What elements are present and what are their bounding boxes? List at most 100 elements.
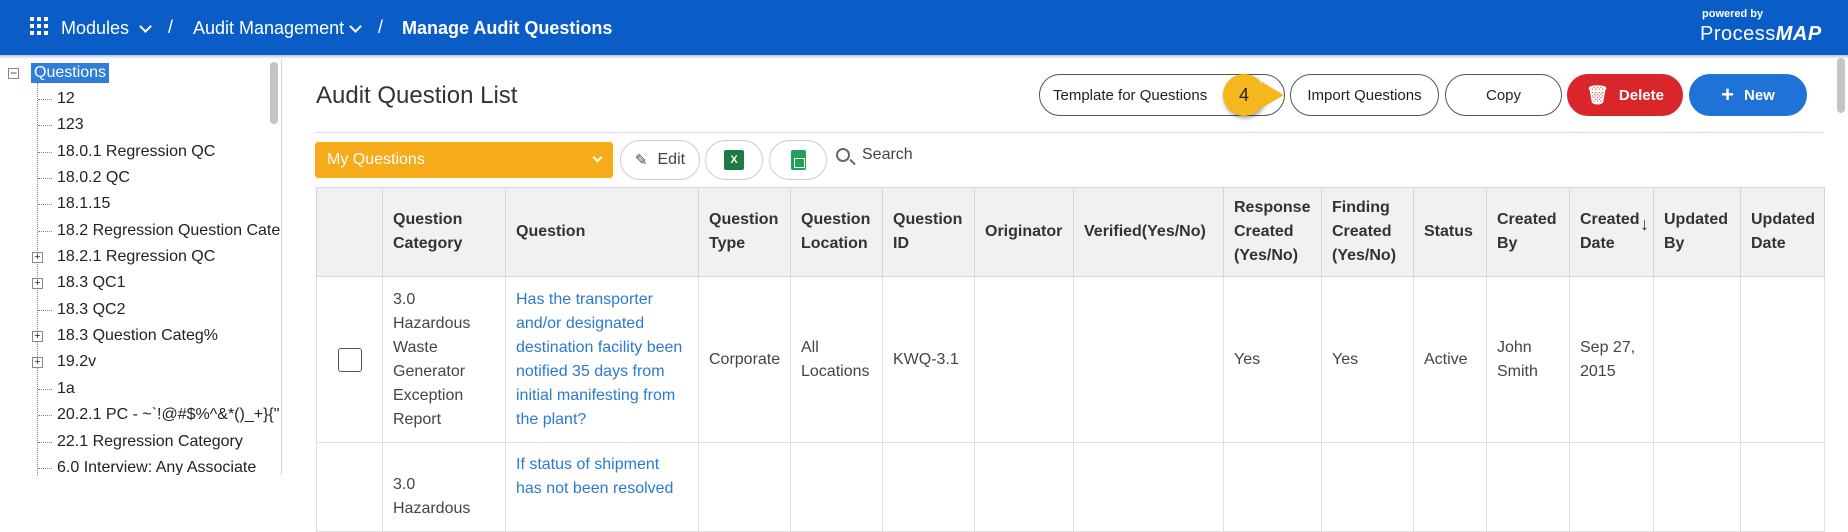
tree-connector: [38, 204, 52, 205]
table-cell: Sep 27, 2015: [1569, 276, 1654, 443]
page-scrollbar[interactable]: [1837, 58, 1845, 113]
logo-process-text: Process: [1700, 23, 1776, 45]
collapse-toggle-icon[interactable]: −: [8, 67, 19, 79]
expand-plus-icon[interactable]: +: [32, 357, 43, 368]
table-cell: Yes: [1223, 276, 1322, 443]
table-cell: [1413, 442, 1487, 532]
excel-icon: X: [724, 150, 744, 170]
processmap-logo: powered by ProcessMAP: [1700, 8, 1822, 46]
column-header[interactable]: Question Location: [790, 187, 883, 277]
table-header-row: Question Category Question Question Type…: [316, 187, 1825, 277]
question-filter-dropdown[interactable]: My Questions: [315, 142, 613, 178]
modules-grid-icon[interactable]: [30, 17, 48, 35]
import-questions-button[interactable]: Import Questions: [1290, 74, 1439, 116]
tree-connector: [38, 468, 52, 469]
column-header[interactable]: Question: [505, 187, 699, 277]
table-cell: [1321, 442, 1414, 532]
table-cell: [1073, 276, 1224, 443]
table-cell: KWQ-3.1: [882, 276, 975, 443]
copy-button[interactable]: Copy: [1445, 74, 1562, 116]
tree-connector: [38, 231, 52, 232]
search-control[interactable]: Search: [836, 146, 913, 164]
edit-button[interactable]: ✎ Edit: [620, 140, 700, 180]
breadcrumb-separator: /: [168, 17, 174, 37]
column-header[interactable]: Originator: [974, 187, 1074, 277]
table-cell: Corporate: [698, 276, 791, 443]
chevron-down-icon[interactable]: [139, 20, 152, 33]
export-google-sheets-button[interactable]: [769, 140, 827, 180]
top-navigation-bar: Modules / Audit Management / Manage Audi…: [0, 0, 1848, 55]
column-header[interactable]: Created By: [1486, 187, 1570, 277]
table-cell: John Smith: [1486, 276, 1570, 443]
column-header[interactable]: Updated By: [1653, 187, 1741, 277]
tree-item[interactable]: 123: [57, 116, 84, 134]
row-checkbox[interactable]: [337, 347, 362, 372]
tree-connector: [38, 310, 52, 311]
export-excel-button[interactable]: X: [705, 140, 763, 180]
column-header-created-date[interactable]: Created Date ↓: [1569, 187, 1654, 277]
tree-item[interactable]: 18.3 QC2: [57, 301, 125, 319]
tree-root-questions[interactable]: Questions: [31, 63, 110, 83]
breadcrumb-modules[interactable]: Modules: [61, 18, 129, 39]
page-title: Audit Question List: [316, 82, 518, 109]
table-row: 3.0 Hazardous Waste Generator Exception …: [316, 276, 1825, 443]
table-cell: [882, 442, 975, 532]
table-cell: [1653, 276, 1741, 443]
chevron-down-icon: [592, 152, 603, 163]
tree-item[interactable]: 22.1 Regression Category: [57, 433, 243, 451]
table-row: 3.0 Hazardous If status of shipment has …: [316, 442, 1825, 532]
expand-plus-icon[interactable]: +: [32, 278, 43, 289]
breadcrumb-current-page: Manage Audit Questions: [402, 18, 613, 38]
table-cell: [1073, 442, 1224, 532]
tree-item[interactable]: 18.3 QC1: [57, 274, 125, 292]
table-cell: All Locations: [790, 276, 883, 443]
column-header[interactable]: Finding Created (Yes/No): [1321, 187, 1414, 277]
tree-item[interactable]: 6.0 Interview: Any Associate: [57, 459, 256, 475]
row-checkbox-cell: [316, 442, 383, 532]
column-header[interactable]: Question Category: [382, 187, 506, 277]
expand-plus-icon[interactable]: +: [32, 252, 43, 263]
column-header[interactable]: Question Type: [698, 187, 791, 277]
tree-item[interactable]: 1a: [57, 380, 75, 398]
table-cell: [698, 442, 791, 532]
table-cell: 3.0 Hazardous Waste Generator Exception …: [382, 276, 506, 443]
table-cell: [1223, 442, 1322, 532]
question-category-tree: − Questions 12 123 18.0.1 Regression QC …: [0, 59, 282, 475]
tree-item[interactable]: 18.3 Question Categ%: [57, 327, 218, 345]
question-link[interactable]: If status of shipment has not been resol…: [505, 442, 699, 532]
tree-connector: [38, 125, 52, 126]
trash-icon: 🗑: [1586, 84, 1609, 105]
table-cell: Yes: [1321, 276, 1414, 443]
sidebar-scrollbar[interactable]: [270, 62, 278, 124]
delete-button[interactable]: 🗑 Delete: [1567, 74, 1683, 116]
breadcrumb-audit-management[interactable]: Audit Management: [193, 18, 344, 39]
chevron-down-icon[interactable]: [349, 20, 362, 33]
tree-item[interactable]: 18.1.15: [57, 195, 110, 213]
tree-item[interactable]: 19.2v: [57, 353, 96, 371]
table-cell: [1569, 442, 1654, 532]
sort-descending-icon[interactable]: ↓: [1640, 212, 1649, 236]
column-header[interactable]: Response Created (Yes/No): [1223, 187, 1322, 277]
tree-item[interactable]: 12: [57, 90, 75, 108]
column-header[interactable]: Question ID: [882, 187, 975, 277]
table-cell: [1740, 442, 1825, 532]
tree-item[interactable]: 20.2.1 PC - ~`!@#$%^&*()_+}{": [57, 406, 279, 424]
tree-item[interactable]: 18.0.2 QC: [57, 169, 130, 187]
step-number-badge: 4: [1223, 74, 1265, 116]
column-header[interactable]: Updated Date: [1740, 187, 1825, 277]
tree-item[interactable]: 18.2.1 Regression QC: [57, 248, 215, 266]
google-sheets-icon: [790, 150, 806, 170]
new-button[interactable]: + New: [1689, 74, 1807, 116]
question-link[interactable]: Has the transporter and/or designated de…: [505, 276, 699, 443]
tree-connector: [38, 99, 52, 100]
table-cell: [1486, 442, 1570, 532]
table-cell: Active: [1413, 276, 1487, 443]
tree-item[interactable]: 18.0.1 Regression QC: [57, 143, 215, 161]
column-header-select: [316, 187, 383, 277]
column-header[interactable]: Status: [1413, 187, 1487, 277]
column-header[interactable]: Verified(Yes/No): [1073, 187, 1224, 277]
delete-button-label: Delete: [1618, 86, 1664, 104]
tree-item[interactable]: 18.2 Regression Question Cate: [57, 222, 280, 240]
table-cell: [1740, 276, 1825, 443]
expand-plus-icon[interactable]: +: [32, 331, 43, 342]
